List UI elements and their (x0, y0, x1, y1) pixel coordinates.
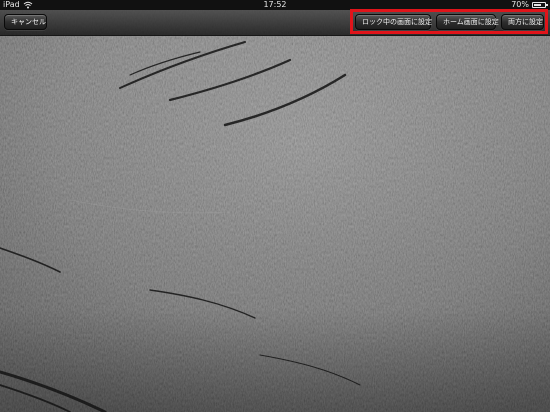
status-right: 70% (511, 0, 548, 10)
wallpaper-toolbar: キャンセル ロック中の画面に設定 ホーム画面に設定 両方に設定 (0, 10, 550, 36)
set-both-button[interactable]: 両方に設定 (501, 14, 544, 30)
cancel-button[interactable]: キャンセル (4, 14, 47, 30)
set-home-screen-button[interactable]: ホーム画面に設定 (436, 14, 499, 30)
wallpaper-image (0, 0, 550, 412)
wallpaper-preview-screen: iPad 17:52 70% キャンセル ロック中の画面に設定 ホーム画面に設定… (0, 0, 550, 412)
battery-terminal (546, 4, 548, 6)
clock: 17:52 (263, 0, 287, 9)
battery-percentage: 70% (511, 0, 529, 9)
battery-icon (532, 2, 548, 8)
status-bar: iPad 17:52 70% (0, 0, 550, 10)
battery-level-fill (534, 4, 541, 6)
set-lock-screen-button[interactable]: ロック中の画面に設定 (355, 14, 432, 30)
